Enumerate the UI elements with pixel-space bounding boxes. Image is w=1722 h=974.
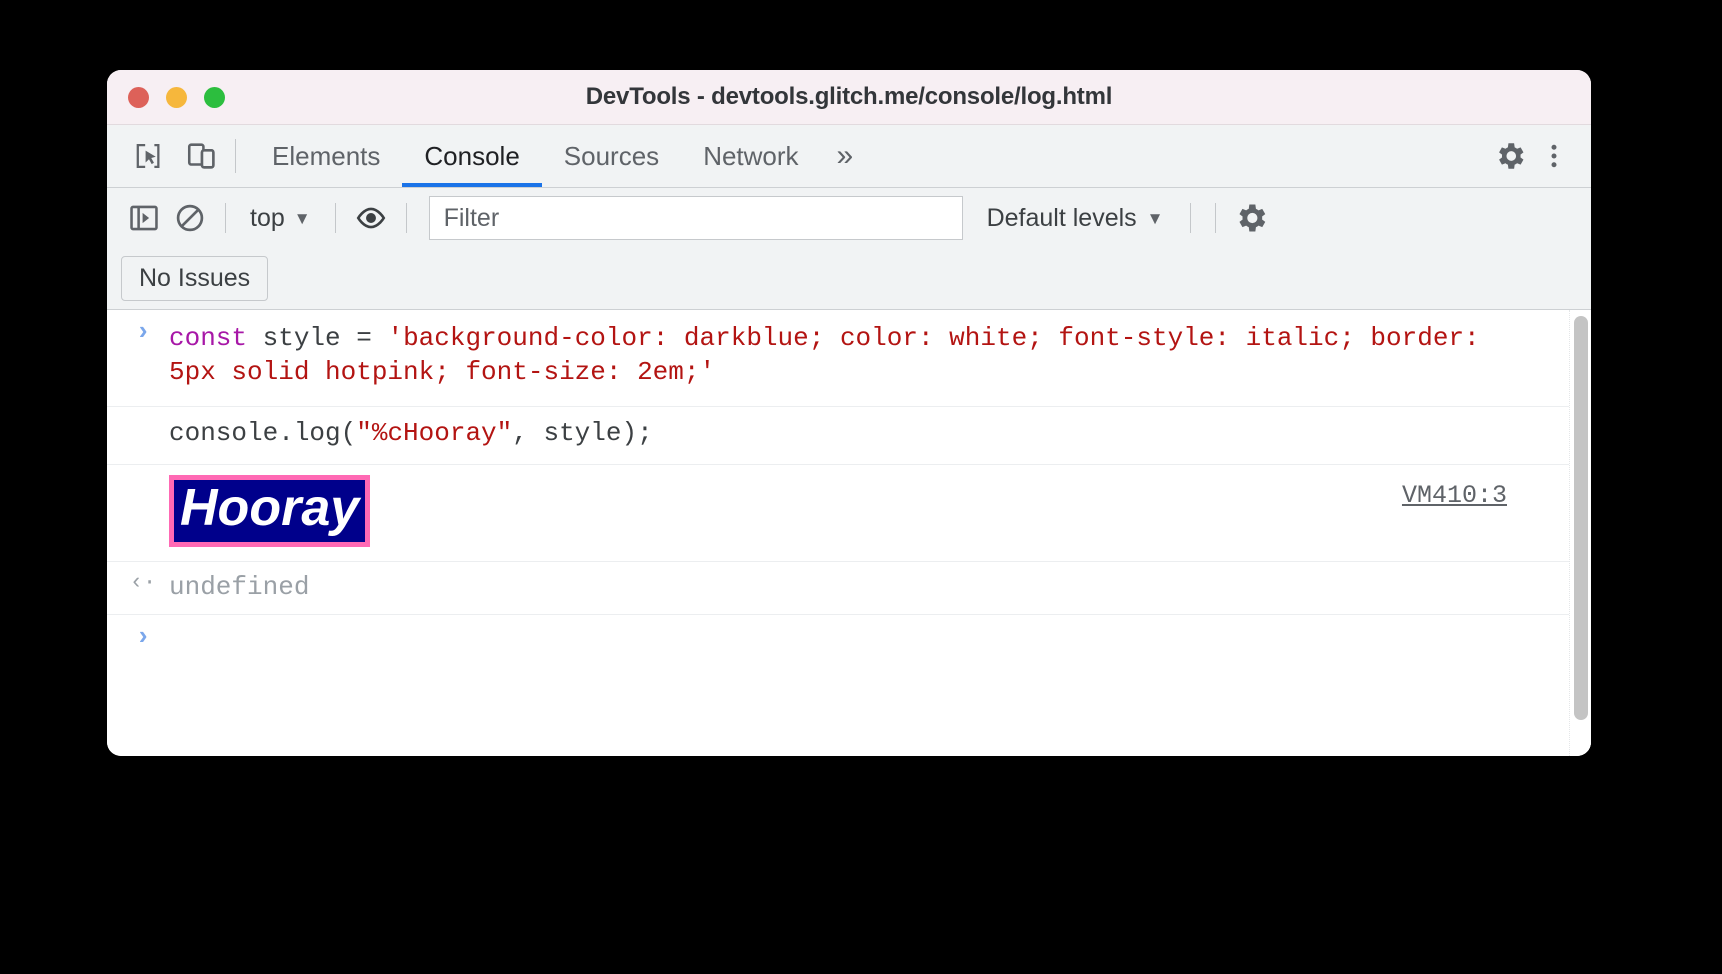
toolbar-divider-3 <box>405 203 407 233</box>
kebab-menu-icon[interactable] <box>1535 137 1573 175</box>
token-identifier-style: style <box>262 323 357 353</box>
token-console-log-call: console.log( <box>169 417 357 448</box>
tab-network[interactable]: Network <box>681 125 820 187</box>
issues-bar: No Issues <box>107 248 1591 310</box>
tab-sources[interactable]: Sources <box>542 125 681 187</box>
gear-icon[interactable] <box>1491 137 1529 175</box>
tabbar-left-icons <box>107 125 235 187</box>
console-scrollbar-thumb[interactable] <box>1574 316 1588 720</box>
panel-tabs: Elements Console Sources Network » <box>236 125 869 187</box>
log-level-selector[interactable]: Default levels ▼ <box>977 204 1174 233</box>
window-title: DevTools - devtools.glitch.me/console/lo… <box>585 83 1113 110</box>
toolbar-divider-4 <box>1189 203 1191 233</box>
console-row-result-undefined: ‹· undefined <box>107 562 1591 616</box>
toolbar-divider-5 <box>1214 203 1216 233</box>
filter-input-wrapper[interactable] <box>428 196 963 240</box>
console-output-area[interactable]: › const style = 'background-color: darkb… <box>107 310 1591 756</box>
live-expression-eye-icon[interactable] <box>352 199 390 237</box>
minimize-window-button[interactable] <box>166 86 187 108</box>
execution-context-selector[interactable]: top ▼ <box>242 204 319 233</box>
console-input-code-log: console.log("%cHooray", style); <box>169 417 1591 451</box>
console-row-prompt[interactable]: › <box>107 615 1591 652</box>
source-location-link[interactable]: VM410:3 <box>1402 481 1507 510</box>
devtools-tabbar: Elements Console Sources Network » <box>107 125 1591 188</box>
log-level-label: Default levels <box>986 203 1137 232</box>
console-settings-gear-icon[interactable] <box>1232 199 1270 237</box>
chevron-down-icon: ▼ <box>293 208 311 228</box>
traffic-light-buttons <box>128 86 225 108</box>
close-window-button[interactable] <box>128 86 149 108</box>
tab-elements[interactable]: Elements <box>250 125 402 187</box>
console-row-styled-output: Hooray VM410:3 <box>107 465 1591 563</box>
chevron-down-icon-levels: ▼ <box>1146 208 1164 228</box>
console-toolbar: top ▼ Default levels ▼ <box>107 188 1591 248</box>
tabbar-right-icons <box>1484 125 1591 187</box>
token-args-tail: , style); <box>512 417 653 448</box>
screenshot-stage: DevTools - devtools.glitch.me/console/lo… <box>0 0 1722 974</box>
toolbar-divider-2 <box>334 203 336 233</box>
console-row-input-const: › const style = 'background-color: darkb… <box>107 310 1591 407</box>
token-string-format: "%cHooray" <box>356 417 513 448</box>
token-operator-equals: = <box>356 323 388 353</box>
result-arrow-icon: ‹· <box>129 570 157 596</box>
console-scrollbar[interactable] <box>1569 310 1591 756</box>
tab-console[interactable]: Console <box>402 125 543 187</box>
more-tabs-chevron-icon[interactable]: » <box>821 125 870 187</box>
toolbar-divider-1 <box>225 203 226 233</box>
clear-console-icon[interactable] <box>171 199 209 237</box>
token-keyword-const: const <box>169 323 263 353</box>
styled-log-message: Hooray <box>169 475 371 548</box>
devtools-window: DevTools - devtools.glitch.me/console/lo… <box>107 70 1591 756</box>
execution-context-label: top <box>250 203 285 232</box>
no-issues-button[interactable]: No Issues <box>121 256 269 301</box>
input-arrow-icon: › <box>135 317 151 347</box>
console-input-code-const: const style = 'background-color: darkblu… <box>169 322 1591 390</box>
filter-input[interactable] <box>441 202 950 234</box>
prompt-arrow-icon: › <box>135 622 151 653</box>
result-value-undefined: undefined <box>169 572 310 603</box>
console-row-input-log: console.log("%cHooray", style); <box>107 407 1591 466</box>
maximize-window-button[interactable] <box>204 86 225 108</box>
console-sidebar-icon[interactable] <box>125 199 163 237</box>
window-titlebar: DevTools - devtools.glitch.me/console/lo… <box>107 70 1591 125</box>
device-toolbar-icon[interactable] <box>183 137 221 175</box>
inspect-cursor-icon[interactable] <box>129 137 167 175</box>
